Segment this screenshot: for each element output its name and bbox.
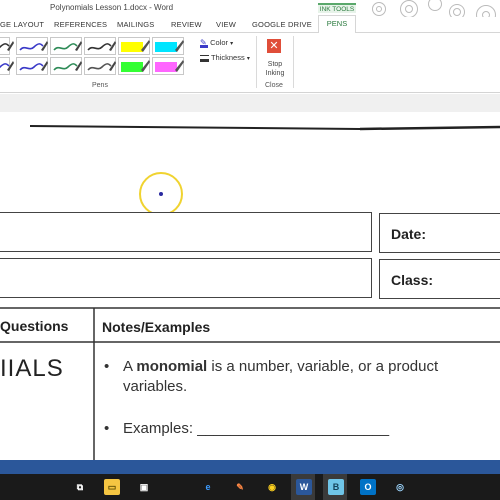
- pen-swatch[interactable]: [84, 57, 116, 75]
- ribbon-divider: [293, 36, 294, 88]
- ribbon-tabs: GE LAYOUT REFERENCES MAILINGS REVIEW VIE…: [0, 17, 500, 33]
- ink-tools-context-label: INK TOOLS: [318, 3, 356, 13]
- tab-review[interactable]: REVIEW: [171, 20, 202, 29]
- name-box[interactable]: [0, 212, 372, 252]
- column-header-questions: Questions: [0, 318, 69, 334]
- tab-google-drive[interactable]: GOOGLE DRIVE: [252, 20, 312, 29]
- pens-group-label: Pens: [92, 82, 108, 89]
- pen-swatch[interactable]: [118, 57, 150, 75]
- ribbon-panel: ✎ Color ▾ Thickness ▾ Pens ✕ Stop Inking…: [0, 33, 500, 93]
- outlook-icon[interactable]: O: [360, 479, 376, 495]
- pen-swatch[interactable]: [50, 37, 82, 55]
- window-title: Polynomials Lesson 1.docx - Word: [50, 3, 174, 12]
- pen-swatch[interactable]: [16, 37, 48, 55]
- word-status-bar: [0, 460, 500, 474]
- stop-inking-label-1: Stop: [267, 61, 283, 68]
- pen-swatch[interactable]: [16, 57, 48, 75]
- stop-inking-label-2: Inking: [265, 70, 285, 77]
- pen-color-icon: ✎: [200, 38, 208, 48]
- bullet-1-marker: •: [104, 358, 110, 375]
- tab-page-layout[interactable]: GE LAYOUT: [0, 20, 44, 29]
- tab-mailings[interactable]: MAILINGS: [117, 20, 154, 29]
- ribbon-divider: [256, 36, 257, 88]
- color-button[interactable]: ✎ Color ▾: [200, 38, 233, 48]
- date-label: Date:: [391, 226, 427, 242]
- tab-pens[interactable]: PENS: [318, 15, 356, 33]
- chrome-icon[interactable]: ◉: [264, 479, 280, 495]
- title-bar: Polynomials Lesson 1.docx - Word: [0, 0, 500, 25]
- pen-cursor: [159, 192, 163, 196]
- pen-swatch[interactable]: [152, 57, 184, 75]
- chevron-down-icon: ▾: [230, 41, 234, 47]
- paint-icon[interactable]: ✎: [232, 479, 248, 495]
- cortana-icon[interactable]: ◎: [392, 479, 408, 495]
- bullet-1-line-2: variables.: [123, 378, 188, 395]
- ruler-gap: [0, 94, 500, 112]
- store-icon[interactable]: ▣: [136, 479, 152, 495]
- pen-swatch[interactable]: [118, 37, 150, 55]
- pen-swatch[interactable]: [152, 37, 184, 55]
- pen-swatch[interactable]: [50, 57, 82, 75]
- thickness-label: Thickness: [210, 53, 245, 62]
- period-box[interactable]: [0, 258, 372, 298]
- chevron-down-icon: ▾: [246, 56, 250, 62]
- thickness-button[interactable]: Thickness ▾: [200, 53, 250, 62]
- column-header-notes: Notes/Examples: [102, 319, 211, 335]
- close-icon: ✕: [267, 39, 281, 53]
- class-label: Class:: [391, 272, 434, 288]
- tab-view[interactable]: VIEW: [216, 20, 236, 29]
- ink-app-icon[interactable]: B: [328, 479, 344, 495]
- pen-swatch[interactable]: [84, 37, 116, 55]
- color-label: Color: [210, 38, 229, 47]
- close-group-label: Close: [265, 82, 283, 89]
- bullet-1-text: A monomial is a number, variable, or a p…: [123, 358, 439, 375]
- edge-icon[interactable]: e: [200, 479, 216, 495]
- line-weight-icon: [200, 54, 209, 62]
- task-view-icon[interactable]: ⧉: [72, 479, 88, 495]
- vocab-word: IIALS: [0, 355, 64, 382]
- bullet-2-text: Examples: _______________________: [123, 420, 390, 437]
- tab-references[interactable]: REFERENCES: [54, 20, 107, 29]
- pen-swatch[interactable]: [0, 37, 14, 55]
- notes-table-grid: [0, 307, 500, 466]
- bullet-2-marker: •: [104, 420, 110, 437]
- file-explorer-icon[interactable]: ▭: [104, 479, 120, 495]
- pen-swatch[interactable]: [0, 57, 14, 75]
- word-icon[interactable]: W: [296, 479, 312, 495]
